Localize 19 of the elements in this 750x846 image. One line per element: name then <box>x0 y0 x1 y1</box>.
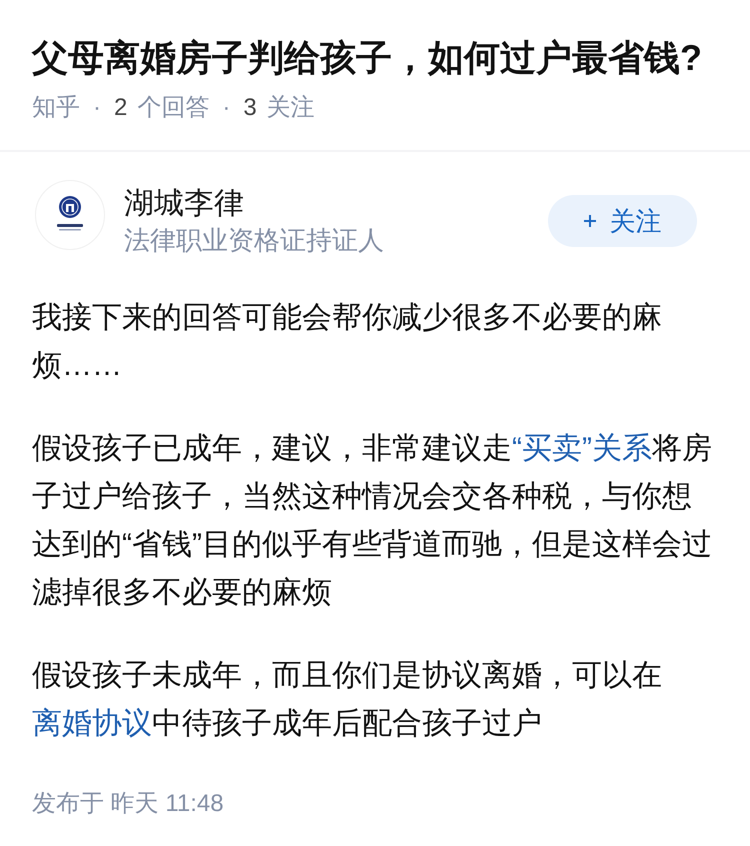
follow-button[interactable]: 关注 <box>548 195 697 247</box>
question-title: 父母离婚房子判给孩子，如何过户最省钱? <box>32 36 703 80</box>
source-label[interactable]: 知乎 <box>32 91 80 125</box>
emblem-avatar-icon[interactable] <box>35 180 105 250</box>
stat-label: 关注 <box>266 93 315 123</box>
author-headline: 法律职业资格证持证人 <box>124 224 384 257</box>
stat-label: 个回答 <box>137 93 210 123</box>
author-name[interactable]: 湖城李律 <box>124 186 244 222</box>
text-link[interactable]: “买卖”关系 <box>512 432 652 465</box>
separator-dot: · <box>222 93 230 123</box>
text-link[interactable]: 离婚协议 <box>32 707 152 740</box>
answer-paragraph: 我接下来的回答可能会帮你减少很多不必要的麻烦…… <box>32 300 663 384</box>
publish-time: 发布于 昨天 11:48 <box>32 789 224 819</box>
separator-dot: · <box>93 93 101 123</box>
answer-paragraph: 假设孩子未成年，而且你们是协议离婚，可以在 离婚协议中待孩子成年后配合孩子过户 <box>32 658 663 742</box>
plus-icon <box>584 215 596 227</box>
stat-count: 2 <box>114 93 128 123</box>
stat-count: 3 <box>243 93 257 123</box>
answer-paragraph: 假设孩子已成年，建议，非常建议走“买卖”关系将房子过户给孩子，当然这种情况会交各种税，与你想达到的“省钱”目的似乎有些背道而驰，但是这样会过滤掉很多不必要的麻烦 <box>32 431 713 611</box>
